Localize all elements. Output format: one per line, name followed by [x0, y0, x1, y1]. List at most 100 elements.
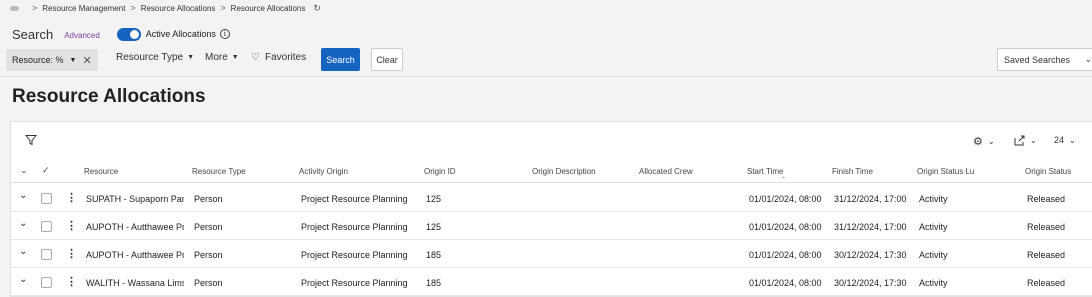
more-options-icon[interactable]: ⋮ [66, 275, 77, 288]
settings-dropdown[interactable]: ⚙ ⌄ [973, 135, 995, 148]
cell-resource-type: Person [194, 194, 223, 204]
chevron-down-icon[interactable]: ⌄ [19, 274, 27, 285]
cell-activity-origin: Project Resource Planning [301, 278, 408, 288]
resource-filter-chip[interactable]: Resource: % ▼ ✕ [6, 49, 98, 71]
page-size-dropdown[interactable]: 24 ⌄ [1054, 135, 1076, 145]
breadcrumb-resource-management[interactable]: Resource Management [42, 4, 125, 13]
cell-activity-origin: Project Resource Planning [301, 194, 408, 204]
cell-resource-type: Person [194, 222, 223, 232]
divider [0, 76, 1092, 77]
close-icon[interactable]: ✕ [82, 54, 91, 67]
column-header-finish-time[interactable]: Finish Time [832, 167, 873, 176]
cell-origin-status-lu: Activity [919, 194, 948, 204]
select-all-checkmark-icon[interactable]: ✓ [42, 165, 50, 176]
column-header-resource-type[interactable]: Resource Type [192, 167, 246, 176]
column-header-activity-origin[interactable]: Activity Origin [299, 167, 348, 176]
active-allocations-toggle[interactable] [116, 27, 141, 41]
resource-filter-label: Resource: % [12, 55, 64, 65]
column-header-origin-status-lu[interactable]: Origin Status Lu [917, 167, 974, 176]
cell-origin-status: Released [1027, 250, 1066, 260]
expand-all-icon[interactable]: ⌄ [20, 165, 28, 176]
column-header-origin-description[interactable]: Origin Description [532, 167, 596, 176]
cell-origin-id: 185 [426, 278, 442, 288]
filter-icon[interactable] [25, 134, 37, 146]
home-icon[interactable] [10, 5, 19, 11]
table-row[interactable]: ⌄ ⋮ WALITH - Wassana Limsa Person Projec… [11, 268, 1092, 296]
chevron-down-icon: ⌄ [1084, 54, 1092, 64]
heart-icon: ♡ [251, 52, 260, 63]
cell-resource: AUPOTH - Autthawee Po [86, 222, 184, 232]
row-checkbox[interactable] [41, 249, 52, 260]
page-size-value: 24 [1054, 135, 1065, 145]
favorites-label: Favorites [264, 52, 307, 63]
chevron-down-icon: ⌄ [1069, 135, 1076, 145]
cell-finish-time: 30/12/2024, 17:30 [834, 250, 907, 260]
cell-finish-time: 31/12/2024, 17:00 [834, 194, 907, 204]
row-checkbox[interactable] [41, 277, 52, 288]
table-row[interactable]: ⌄ ⋮ AUPOTH - Autthawee Po Person Project… [11, 212, 1092, 240]
cell-resource-type: Person [194, 278, 223, 288]
column-header-allocated-crew[interactable]: Allocated Crew [639, 167, 693, 176]
saved-searches-dropdown[interactable]: Saved Searches ⌄ [997, 48, 1092, 71]
row-checkbox[interactable] [41, 193, 52, 204]
info-icon[interactable]: i [219, 29, 230, 39]
cell-start-time: 01/01/2024, 08:00 [749, 278, 822, 288]
clear-button[interactable]: Clear [371, 48, 403, 71]
chevron-down-icon[interactable]: ⌄ [19, 190, 27, 201]
cell-origin-status: Released [1027, 222, 1066, 232]
column-header-resource[interactable]: Resource [84, 167, 118, 176]
breadcrumb: > Resource Management > Resource Allocat… [0, 0, 1092, 16]
cell-start-time: 01/01/2024, 08:00 [749, 250, 822, 260]
gear-icon: ⚙ [973, 136, 983, 148]
cell-origin-id: 125 [426, 194, 442, 204]
active-allocations-label: Active Allocations [145, 29, 216, 39]
export-dropdown[interactable]: ⌄ [1014, 135, 1037, 146]
table-row[interactable]: ⌄ ⋮ SUPATH - Supaporn Pans Person Projec… [11, 184, 1092, 212]
more-options-icon[interactable]: ⋮ [66, 219, 77, 232]
column-header-start-time[interactable]: Start Time [747, 167, 783, 176]
chevron-right-icon: > [32, 3, 38, 13]
saved-searches-label: Saved Searches [1004, 54, 1071, 65]
breadcrumb-current-page: Resource Allocations [230, 3, 306, 13]
row-checkbox[interactable] [41, 221, 52, 232]
cell-finish-time: 31/12/2024, 17:00 [834, 222, 907, 232]
results-table-panel: ⚙ ⌄ ⌄ 24 ⌄ ⌄ ✓ Resource Resource Type Ac… [10, 121, 1092, 297]
cell-resource: AUPOTH - Autthawee Po [86, 250, 184, 260]
cell-origin-status: Released [1027, 278, 1066, 288]
chevron-right-icon: > [220, 3, 226, 13]
cell-activity-origin: Project Resource Planning [301, 222, 408, 232]
filter-bar: Resource: % ▼ ✕ Resource Type ▼ More ▼ ♡… [0, 48, 1092, 72]
caret-down-icon[interactable]: ▼ [70, 57, 77, 64]
cell-origin-status-lu: Activity [919, 250, 948, 260]
cell-resource-type: Person [194, 250, 223, 260]
sort-ascending-icon: ⌃ [781, 177, 787, 183]
more-options-icon[interactable]: ⋮ [66, 247, 77, 260]
table-header: ⌄ ✓ Resource Resource Type Activity Orig… [11, 162, 1092, 183]
table-row[interactable]: ⌄ ⋮ AUPOTH - Autthawee Po Person Project… [11, 240, 1092, 268]
resource-type-label: Resource Type [116, 52, 184, 63]
search-title: Search [12, 26, 54, 42]
more-filter[interactable]: More ▼ [205, 52, 239, 63]
cell-origin-status-lu: Activity [919, 278, 948, 288]
cell-start-time: 01/01/2024, 08:00 [749, 222, 822, 232]
chevron-down-icon: ⌄ [987, 137, 995, 146]
breadcrumb-resource-allocations[interactable]: Resource Allocations [141, 4, 216, 13]
resource-type-filter[interactable]: Resource Type ▼ [116, 52, 194, 63]
caret-down-icon: ▼ [231, 54, 239, 61]
cell-activity-origin: Project Resource Planning [301, 250, 408, 260]
cell-origin-id: 185 [426, 250, 442, 260]
chevron-down-icon[interactable]: ⌄ [19, 218, 27, 229]
chevron-right-icon: > [130, 3, 136, 13]
cell-origin-status-lu: Activity [919, 222, 948, 232]
chevron-down-icon[interactable]: ⌄ [19, 246, 27, 257]
advanced-search-link[interactable]: Advanced [64, 31, 100, 40]
refresh-icon[interactable]: ↻ [313, 3, 321, 14]
search-header: Search Advanced Active Allocations i [12, 24, 230, 44]
export-icon [1014, 135, 1025, 146]
favorites-button[interactable]: ♡ Favorites [251, 52, 306, 63]
column-header-origin-status[interactable]: Origin Status [1025, 167, 1071, 176]
cell-resource: SUPATH - Supaporn Pans [86, 194, 184, 204]
more-options-icon[interactable]: ⋮ [66, 191, 77, 204]
column-header-origin-id[interactable]: Origin ID [424, 167, 456, 176]
search-button[interactable]: Search [321, 48, 360, 71]
